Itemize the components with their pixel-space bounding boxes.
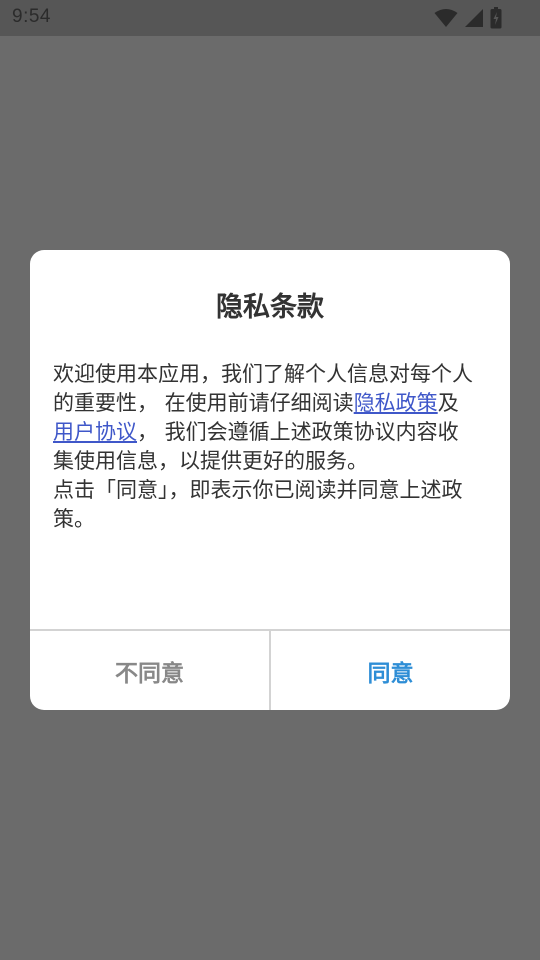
- dialog-paragraph-2: 点击「同意」，即表示你已阅读并同意上述政策。: [53, 478, 463, 531]
- agree-button[interactable]: 同意: [271, 631, 510, 710]
- battery-icon: [490, 7, 502, 29]
- dialog-title: 隐私条款: [216, 292, 324, 323]
- privacy-policy-link[interactable]: 隐私政策: [354, 391, 438, 415]
- status-time: 9:54: [12, 6, 51, 27]
- wifi-icon: [434, 8, 458, 28]
- disagree-button[interactable]: 不同意: [30, 631, 269, 710]
- user-agreement-link[interactable]: 用户协议: [53, 420, 137, 444]
- privacy-dialog: 隐私条款 欢迎使用本应用，我们了解个人信息对每个人的重要性， 在使用前请仔细阅读…: [30, 250, 510, 710]
- dialog-paragraph-1: 欢迎使用本应用，我们了解个人信息对每个人的重要性， 在使用前请仔细阅读隐私政策及…: [53, 360, 477, 476]
- and-text: 及: [437, 391, 459, 415]
- dialog-body: 欢迎使用本应用，我们了解个人信息对每个人的重要性， 在使用前请仔细阅读隐私政策及…: [53, 360, 477, 534]
- status-icons: [434, 7, 502, 29]
- status-bar: 9:54: [0, 0, 540, 36]
- signal-icon: [464, 8, 484, 28]
